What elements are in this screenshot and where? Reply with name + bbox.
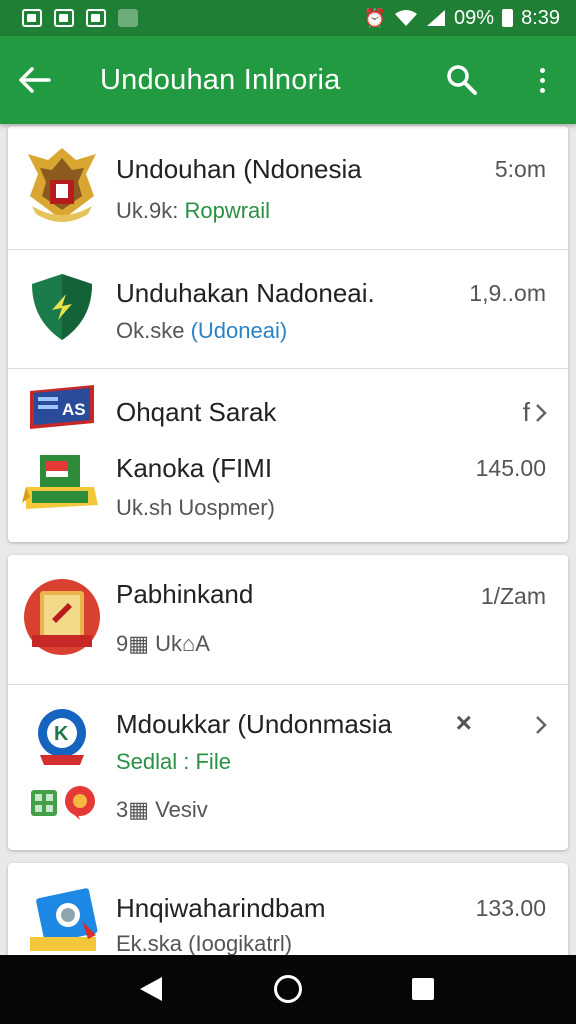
seal-icon — [24, 579, 100, 655]
item-title: Ohqant Sarak — [116, 397, 277, 427]
wifi-icon — [395, 10, 418, 26]
grid-icon — [31, 790, 57, 816]
chevron-right-icon[interactable] — [534, 715, 548, 735]
item-title: Mdoukkar (Undonmasia — [116, 709, 393, 739]
shield-icon — [32, 274, 92, 340]
as-badge-icon: AS — [30, 385, 94, 429]
notification-muted-icon — [118, 9, 138, 27]
item-subtitle: Ek.ska (Ioogikatrl) — [116, 931, 293, 956]
chevron-right-icon[interactable] — [534, 403, 548, 423]
back-arrow-icon — [19, 67, 51, 93]
search-icon — [447, 65, 477, 95]
more-options-button[interactable] — [522, 60, 562, 100]
back-button[interactable] — [0, 36, 70, 124]
item-title: Undouhan (Ndonesia — [116, 154, 362, 184]
item-time: 5:om — [494, 156, 546, 182]
notification-photo-icon — [54, 9, 74, 27]
alarm-icon: ⏰ — [363, 7, 387, 28]
garuda-emblem-icon — [28, 148, 96, 222]
page-title: Undouhan Inlnoria — [100, 63, 341, 96]
navigation-bar — [0, 955, 576, 1024]
list-item[interactable]: Hnqiwaharindbam Ek.ska (Ioogikatrl) 133.… — [8, 863, 568, 963]
search-button[interactable] — [438, 60, 488, 100]
nav-home-button[interactable] — [274, 975, 302, 1003]
check-icon: × — [455, 707, 472, 738]
item-time: 133.00 — [475, 895, 546, 921]
list-item[interactable]: Undouhan (Ndonesia Uk.9k: Ropwrail 5:om — [8, 126, 568, 249]
svg-text:AS: AS — [62, 400, 86, 419]
subtitle-prefix: Uk.9k: — [116, 198, 185, 223]
item-subtitle: Uk.sh Uospmer) — [116, 495, 275, 520]
item-title: Kanoka (FIMI — [116, 453, 273, 483]
certificate-icon — [22, 455, 98, 509]
subtitle-source: Ropwrail — [184, 198, 271, 223]
list-item[interactable]: K Mdoukkar (Undonmasia Sedlal : File × 3… — [8, 685, 568, 850]
clock: 8:39 — [521, 6, 560, 29]
item-time: 1,9..om — [469, 280, 546, 306]
item-subtitle: 9▦ Uk⌂A — [116, 631, 210, 656]
item-meta: 3▦ Vesiv — [116, 797, 208, 822]
item-subtitle: Uk.9k: Ropwrail — [116, 198, 270, 224]
badge-k-icon: K — [38, 709, 86, 765]
signal-icon — [427, 10, 446, 26]
downloads-card-1: Undouhan (Ndonesia Uk.9k: Ropwrail 5:om … — [8, 126, 568, 542]
item-title: Unduhakan Nadoneai. — [116, 278, 375, 308]
item-subtitle: Sedlal : File — [116, 749, 231, 774]
notification-app-icon — [86, 9, 106, 27]
item-subtitle: Ok.ske (Udoneai) — [116, 318, 287, 344]
status-bar: ⏰ 09% 8:39 — [0, 0, 576, 36]
location-pin-icon — [65, 786, 95, 820]
list-item[interactable]: Pabhinkand 9▦ Uk⌂A 1/Zam — [8, 555, 568, 684]
subtitle-prefix: Ok.ske — [116, 318, 191, 343]
item-time: f — [522, 397, 530, 427]
battery-icon — [502, 9, 514, 27]
more-vert-icon — [539, 67, 545, 73]
svg-text:K: K — [54, 723, 69, 745]
document-badge-icon — [30, 888, 98, 951]
downloads-card-3: Hnqiwaharindbam Ek.ska (Ioogikatrl) 133.… — [8, 863, 568, 963]
item-time: 145.00 — [475, 455, 546, 481]
downloads-card-2: Pabhinkand 9▦ Uk⌂A 1/Zam K Mdoukkar (Und… — [8, 555, 568, 850]
app-bar: Undouhan Inlnoria — [0, 36, 576, 124]
list-item[interactable]: AS Ohqant Sarak f — [8, 369, 568, 431]
subtitle-source: (Udoneai) — [190, 318, 288, 343]
item-title: Hnqiwaharindbam — [116, 893, 326, 923]
item-time: 1/Zam — [480, 583, 546, 609]
battery-percent: 09% — [454, 6, 495, 29]
item-title: Pabhinkand — [116, 579, 254, 609]
list-item[interactable]: Kanoka (FIMI Uk.sh Uospmer) 145.00 — [8, 431, 568, 541]
nav-recents-button[interactable] — [412, 978, 434, 1000]
notification-image-icon — [22, 9, 42, 27]
nav-back-button[interactable] — [140, 977, 162, 1001]
list-item[interactable]: Unduhakan Nadoneai. Ok.ske (Udoneai) 1,9… — [8, 250, 568, 368]
